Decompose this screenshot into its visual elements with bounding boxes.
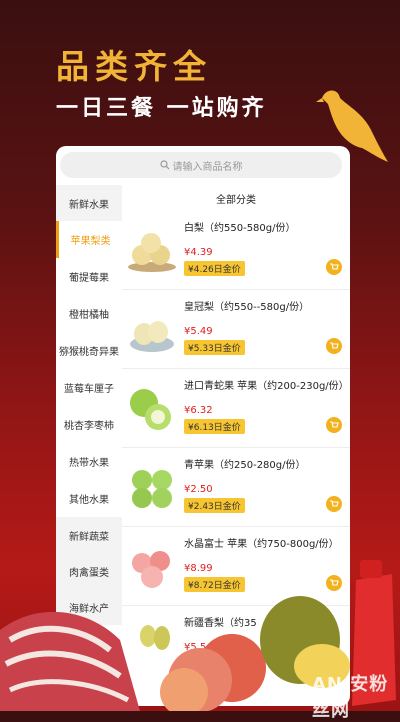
member-price-badge: ¥2.43日金价 [184, 498, 245, 513]
crown-pear-icon [130, 321, 174, 352]
member-price-badge: ¥5.33日金价 [184, 340, 245, 355]
product-item[interactable]: 白梨（约550-580g/份） ¥4.39 ¥4.26日金价 [122, 211, 350, 290]
hero-title: 品类齐全 [56, 47, 212, 86]
product-price: ¥5.49 [184, 326, 213, 337]
product-price: ¥4.39 [184, 247, 213, 258]
cart-icon [330, 263, 339, 270]
sidebar-item-tropical[interactable]: 热带水果 [56, 443, 122, 480]
search-input[interactable]: 请输入商品名称 [60, 152, 342, 178]
product-item[interactable]: 进口青蛇果 苹果（约200-230g/份） ¥6.32 ¥6.13日金价 [122, 369, 350, 448]
add-to-cart-button[interactable] [326, 417, 342, 433]
product-name: 水晶富士 苹果（约750-800g/份） [184, 539, 339, 550]
member-price-badge: ¥6.13日金价 [184, 419, 245, 434]
sidebar-item-peach-plum[interactable]: 桃杏李枣柿 [56, 406, 122, 443]
cart-icon [330, 421, 339, 428]
sidebar-item-vegetables[interactable]: 新鲜蔬菜 [56, 517, 122, 553]
product-name: 皇冠梨（约550--580g/份） [184, 302, 310, 313]
pear-icon [128, 233, 176, 272]
watermark-text: AN 安粉丝网 [312, 674, 389, 721]
cart-icon [330, 342, 339, 349]
sidebar-item-kiwi[interactable]: 猕猴桃奇异果 [56, 332, 122, 369]
product-price: ¥6.32 [184, 405, 213, 416]
product-item[interactable]: 青苹果（约250-280g/份） ¥2.50 ¥2.43日金价 [122, 448, 350, 527]
add-to-cart-button[interactable] [326, 338, 342, 354]
product-price: ¥2.50 [184, 484, 213, 495]
sidebar-item-other-fruit[interactable]: 其他水果 [56, 480, 122, 517]
product-name: 白梨（约550-580g/份） [184, 223, 296, 234]
product-item[interactable]: 皇冠梨（约550--580g/份） ¥5.49 ¥5.33日金价 [122, 290, 350, 369]
add-to-cart-button[interactable] [326, 496, 342, 512]
search-placeholder: 请输入商品名称 [172, 161, 243, 173]
product-name: 青苹果（约250-280g/份） [184, 460, 306, 471]
add-to-cart-button[interactable] [326, 259, 342, 275]
cart-icon [330, 500, 339, 507]
search-icon [159, 160, 169, 170]
green-apple-icon [130, 389, 171, 430]
sidebar-item-citrus[interactable]: 橙柑橘柚 [56, 295, 122, 332]
hero-subtitle: 一日三餐 一站购齐 [56, 96, 267, 121]
member-price-badge: ¥4.26日金价 [184, 261, 245, 276]
section-title: 全部分类 [216, 194, 256, 206]
category-sidebar: 新鲜水果 苹果梨类 葡提莓果 橙柑橘柚 猕猴桃奇异果 蓝莓车厘子 桃杏李枣柿 热… [56, 185, 122, 625]
product-name: 进口青蛇果 苹果（约200-230g/份） [184, 381, 349, 392]
sidebar-item-apple-pear[interactable]: 苹果梨类 [56, 221, 122, 258]
sidebar-item-grape-berry[interactable]: 葡提莓果 [56, 258, 122, 295]
green-apple-icon [132, 470, 172, 508]
sidebar-item-fresh-fruit[interactable]: 新鲜水果 [56, 185, 122, 221]
sidebar-item-blueberry-cherry[interactable]: 蓝莓车厘子 [56, 369, 122, 406]
